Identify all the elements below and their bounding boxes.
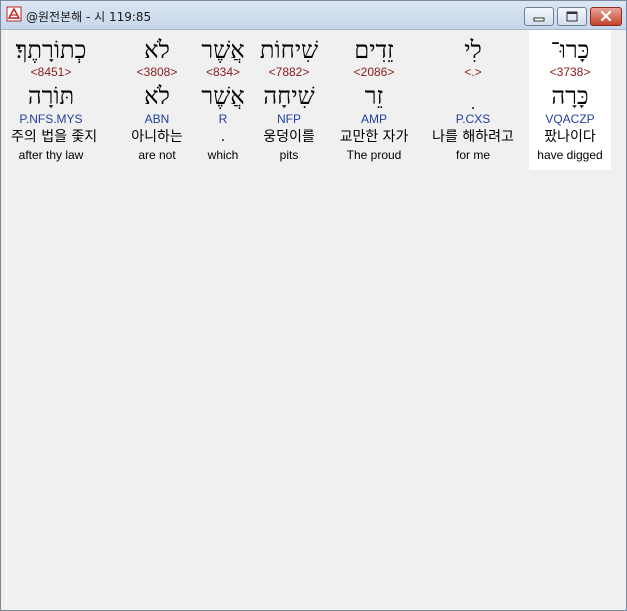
morphology-code: P.NFS.MYS bbox=[19, 112, 83, 126]
english-gloss: for me bbox=[455, 148, 490, 162]
strong-number: <3738> bbox=[549, 65, 591, 79]
word-column-selected[interactable]: כָּרוּ־ <3738> כָּרָה VQACZP 팠나이다 have d… bbox=[529, 30, 611, 170]
hebrew-lemma: תּוֹרָה bbox=[27, 82, 75, 110]
morphology-code: VQACZP bbox=[545, 112, 595, 126]
hebrew-word: כָּרוּ־ bbox=[550, 36, 590, 64]
korean-gloss: 팠나이다 bbox=[544, 129, 596, 145]
hebrew-lemma: זֵר bbox=[364, 82, 384, 110]
title-bar[interactable]: @원전본해 - 시 119:85 bbox=[1, 1, 626, 30]
close-icon bbox=[600, 10, 612, 22]
english-gloss: after thy law bbox=[18, 148, 84, 162]
hebrew-word: כְתוֹרָתֶךָ׃ bbox=[15, 36, 87, 64]
morphology-code: NFP bbox=[277, 112, 301, 126]
word-column[interactable]: שִׁיחוֹת <7882> שִׁיחָה NFP 웅덩이를 pits bbox=[249, 30, 329, 170]
hebrew-lemma: כָּרָה bbox=[551, 82, 589, 110]
english-gloss: The proud bbox=[346, 148, 402, 162]
hebrew-lemma: שִׁיחָה bbox=[263, 82, 315, 110]
strong-number: <2086> bbox=[353, 65, 395, 79]
strong-number: <7882> bbox=[268, 65, 310, 79]
hebrew-lemma: ׅ bbox=[425, 82, 521, 110]
window-title: @원전본해 - 시 119:85 bbox=[26, 10, 152, 24]
interlinear-panel: כְתוֹרָתֶךָ׃ <8451> תּוֹרָה P.NFS.MYS 주의… bbox=[6, 30, 624, 607]
strong-number: <.> bbox=[464, 65, 482, 79]
english-gloss: pits bbox=[279, 148, 299, 162]
korean-gloss: 교만한 자가 bbox=[339, 129, 409, 145]
word-column[interactable]: כְתוֹרָתֶךָ׃ <8451> תּוֹרָה P.NFS.MYS 주의… bbox=[11, 30, 98, 170]
hebrew-word: שִׁיחוֹת bbox=[259, 36, 319, 64]
maximize-icon bbox=[566, 11, 578, 22]
korean-gloss: 주의 법을 좇지 bbox=[11, 129, 98, 145]
hebrew-word: לִי bbox=[464, 36, 482, 64]
word-column[interactable]: זֵדִים <2086> זֵר AMP 교만한 자가 The proud bbox=[329, 30, 419, 170]
app-window: @원전본해 - 시 119:85 כְתוֹרָתֶךָ׃ <8451> תּו… bbox=[0, 0, 627, 611]
strong-number: <8451> bbox=[30, 65, 72, 79]
korean-gloss: 웅덩이를 bbox=[263, 129, 315, 145]
word-column[interactable]: לִי <.> ׅ P.CXS 나를 해하려고 for me bbox=[425, 30, 521, 170]
minimize-icon bbox=[533, 17, 545, 22]
hebrew-word: זֵדִים bbox=[354, 36, 394, 64]
english-gloss: have digged bbox=[537, 148, 603, 162]
morphology-code: AMP bbox=[360, 112, 387, 126]
maximize-button[interactable] bbox=[557, 7, 587, 26]
korean-gloss: 나를 해하려고 bbox=[432, 129, 514, 145]
app-logo-icon bbox=[6, 6, 22, 22]
minimize-button[interactable] bbox=[524, 7, 554, 26]
morphology-code: P.CXS bbox=[455, 112, 491, 126]
close-button[interactable] bbox=[590, 7, 622, 26]
